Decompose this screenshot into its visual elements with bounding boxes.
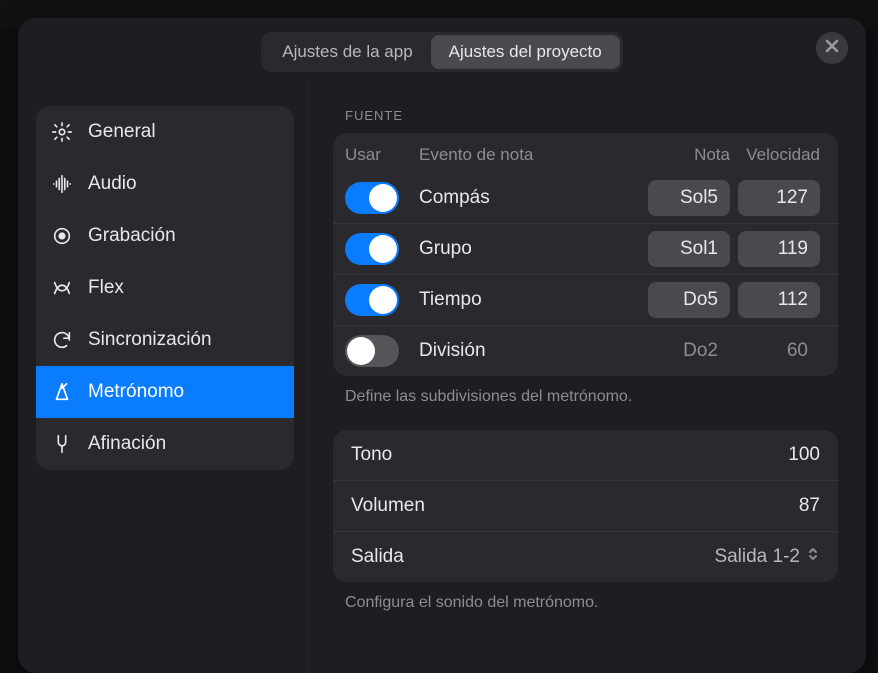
tab-app-settings[interactable]: Ajustes de la app bbox=[264, 35, 430, 69]
source-hint: Define las subdivisiones del metrónomo. bbox=[345, 388, 838, 406]
note-value[interactable]: Do5 bbox=[648, 282, 730, 318]
note-value[interactable]: Sol5 bbox=[648, 180, 730, 216]
flex-icon bbox=[50, 276, 74, 300]
sidebar-item-label: General bbox=[88, 121, 156, 143]
waveform-icon bbox=[50, 172, 74, 196]
velocity-value[interactable]: 60 bbox=[738, 333, 820, 369]
source-row-group: Grupo Sol1 119 bbox=[333, 223, 838, 274]
col-velocity: Velocidad bbox=[730, 145, 820, 165]
sidebar-item-label: Sincronización bbox=[88, 329, 212, 351]
sidebar-item-audio[interactable]: Audio bbox=[36, 158, 294, 210]
row-output: Salida Salida 1-2 bbox=[333, 531, 838, 582]
sidebar-item-label: Metrónomo bbox=[88, 381, 184, 403]
event-label: Compás bbox=[419, 187, 640, 209]
output-label: Salida bbox=[351, 546, 404, 568]
row-volume: Volumen 87 bbox=[333, 480, 838, 531]
source-row-division: División Do2 60 bbox=[333, 325, 838, 376]
velocity-value[interactable]: 119 bbox=[738, 231, 820, 267]
toggle-beat[interactable] bbox=[345, 284, 399, 316]
toggle-bar[interactable] bbox=[345, 182, 399, 214]
sidebar-item-general[interactable]: General bbox=[36, 106, 294, 158]
volume-value[interactable]: 87 bbox=[799, 495, 820, 517]
source-row-beat: Tiempo Do5 112 bbox=[333, 274, 838, 325]
col-note: Nota bbox=[640, 145, 730, 165]
tone-label: Tono bbox=[351, 444, 392, 466]
output-value: Salida 1-2 bbox=[714, 546, 800, 568]
toggle-division[interactable] bbox=[345, 335, 399, 367]
row-tone: Tono 100 bbox=[333, 430, 838, 480]
sound-card: Tono 100 Volumen 87 Salida Salida 1-2 bbox=[333, 430, 838, 582]
sidebar-item-tuning[interactable]: Afinación bbox=[36, 418, 294, 470]
col-event: Evento de nota bbox=[419, 145, 640, 165]
source-card: Usar Evento de nota Nota Velocidad Compá… bbox=[333, 133, 838, 376]
volume-label: Volumen bbox=[351, 495, 425, 517]
close-button[interactable] bbox=[816, 32, 848, 64]
event-label: Tiempo bbox=[419, 289, 640, 311]
source-table-header: Usar Evento de nota Nota Velocidad bbox=[333, 133, 838, 173]
record-icon bbox=[50, 224, 74, 248]
note-value[interactable]: Sol1 bbox=[648, 231, 730, 267]
tuning-fork-icon bbox=[50, 432, 74, 456]
metronome-icon bbox=[50, 380, 74, 404]
toggle-group[interactable] bbox=[345, 233, 399, 265]
sidebar-item-label: Flex bbox=[88, 277, 124, 299]
gear-icon bbox=[50, 120, 74, 144]
sidebar-item-label: Afinación bbox=[88, 433, 166, 455]
event-label: Grupo bbox=[419, 238, 640, 260]
tabs-segmented: Ajustes de la app Ajustes del proyecto bbox=[261, 32, 623, 72]
sidebar-item-sync[interactable]: Sincronización bbox=[36, 314, 294, 366]
close-icon bbox=[824, 38, 840, 59]
updown-icon bbox=[806, 546, 820, 568]
sidebar-item-metronome[interactable]: Metrónomo bbox=[36, 366, 294, 418]
output-select[interactable]: Salida 1-2 bbox=[714, 546, 820, 568]
sidebar-list: General Audio Grabación bbox=[36, 106, 294, 470]
note-value[interactable]: Do2 bbox=[648, 333, 730, 369]
section-title-source: FUENTE bbox=[345, 108, 838, 123]
sidebar: General Audio Grabación bbox=[18, 82, 309, 673]
main-content: FUENTE Usar Evento de nota Nota Velocida… bbox=[309, 82, 866, 673]
sidebar-item-label: Grabación bbox=[88, 225, 176, 247]
velocity-value[interactable]: 127 bbox=[738, 180, 820, 216]
settings-panel: Ajustes de la app Ajustes del proyecto G… bbox=[18, 18, 866, 673]
tab-project-settings[interactable]: Ajustes del proyecto bbox=[431, 35, 620, 69]
sync-icon bbox=[50, 328, 74, 352]
sound-hint: Configura el sonido del metrónomo. bbox=[345, 594, 838, 612]
panel-header: Ajustes de la app Ajustes del proyecto bbox=[18, 18, 866, 82]
event-label: División bbox=[419, 340, 640, 362]
sidebar-item-recording[interactable]: Grabación bbox=[36, 210, 294, 262]
source-row-bar: Compás Sol5 127 bbox=[333, 173, 838, 223]
col-use: Usar bbox=[345, 145, 419, 165]
sidebar-item-label: Audio bbox=[88, 173, 137, 195]
sidebar-item-flex[interactable]: Flex bbox=[36, 262, 294, 314]
velocity-value[interactable]: 112 bbox=[738, 282, 820, 318]
tone-value[interactable]: 100 bbox=[788, 444, 820, 466]
